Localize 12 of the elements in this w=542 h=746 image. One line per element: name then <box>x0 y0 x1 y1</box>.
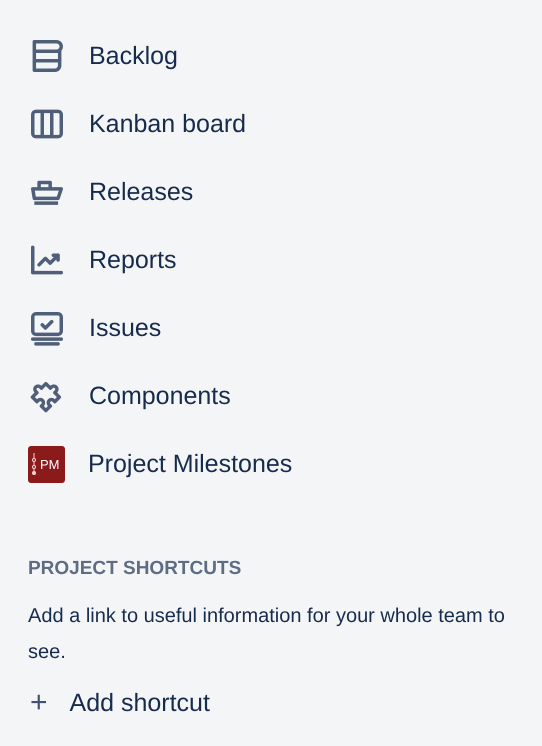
nav-item[interactable]: PM Project Milestones <box>28 430 542 498</box>
section-description: Add a link to useful information for your whole team to see. <box>28 604 506 665</box>
nav-item[interactable]: Backlog <box>28 22 542 90</box>
nav-item[interactable]: Releases <box>28 158 542 226</box>
nav-item[interactable]: Reports <box>28 226 542 294</box>
nav-item[interactable]: Kanban board <box>28 90 542 158</box>
section-heading: PROJECT SHORTCUTS <box>28 558 242 580</box>
nav-item[interactable]: Components <box>28 362 542 430</box>
nav-item[interactable]: Issues <box>28 294 542 362</box>
add-shortcut-button[interactable]: + Add shortcut <box>28 686 210 720</box>
monitor-check-icon <box>28 309 66 347</box>
app-logo: PM <box>28 446 65 482</box>
